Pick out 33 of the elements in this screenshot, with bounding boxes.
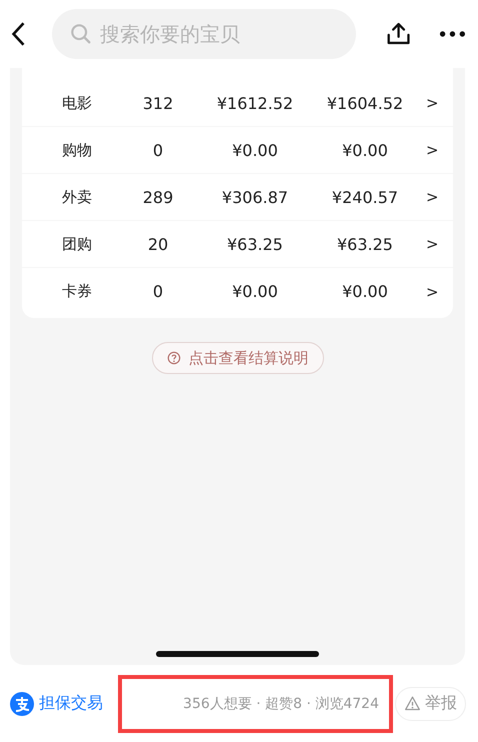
category-cell-text: 卡券 bbox=[62, 282, 93, 301]
search-field[interactable]: 搜索你要的宝贝 bbox=[52, 9, 356, 59]
amount-cell-text: ¥0.00 bbox=[231, 282, 279, 301]
chevron[interactable]: > bbox=[426, 282, 439, 300]
category-cell-text: 电影 bbox=[62, 94, 93, 112]
amount-cell-text: ¥63.25 bbox=[336, 234, 394, 254]
amount-cell-text: ¥0.00 bbox=[341, 140, 389, 160]
amount-cell-text: ¥240.57 bbox=[330, 188, 400, 206]
amount-cell-text: ¥63.25 bbox=[226, 234, 284, 254]
chevron[interactable]: > bbox=[426, 141, 439, 159]
chevron[interactable]: > bbox=[426, 235, 439, 253]
chevron[interactable]: > bbox=[426, 94, 439, 112]
stats-text: 356人想要 · 超赞8 · 浏览4724 bbox=[183, 694, 379, 712]
alipay-icon bbox=[10, 692, 34, 716]
category-cell-text: 购物 bbox=[62, 140, 93, 160]
category-cell-text: 外卖 bbox=[62, 188, 93, 206]
amount-cell-text: ¥1612.52 bbox=[216, 94, 294, 112]
warning-icon bbox=[404, 695, 421, 712]
count-cell-text: 0 bbox=[152, 282, 164, 301]
category-cell-text: 团购 bbox=[62, 234, 93, 254]
amount-cell-text: ¥0.00 bbox=[341, 282, 389, 301]
help-icon bbox=[166, 351, 180, 365]
more-icon[interactable] bbox=[439, 30, 466, 38]
count-cell-text: 20 bbox=[146, 234, 170, 254]
chevron[interactable]: > bbox=[426, 188, 439, 206]
escrow-label[interactable]: 担保交易 bbox=[39, 693, 103, 714]
settlement-info-button[interactable]: 点击查看结算说明 bbox=[152, 342, 324, 374]
amount-cell-text: ¥1604.52 bbox=[326, 94, 404, 112]
count-cell-text: 0 bbox=[152, 140, 164, 160]
count-cell-text: 312 bbox=[142, 94, 174, 112]
count-cell-text: 289 bbox=[142, 188, 174, 206]
amount-cell-text: ¥0.00 bbox=[231, 140, 279, 160]
amount-cell-text: ¥306.87 bbox=[220, 188, 290, 206]
